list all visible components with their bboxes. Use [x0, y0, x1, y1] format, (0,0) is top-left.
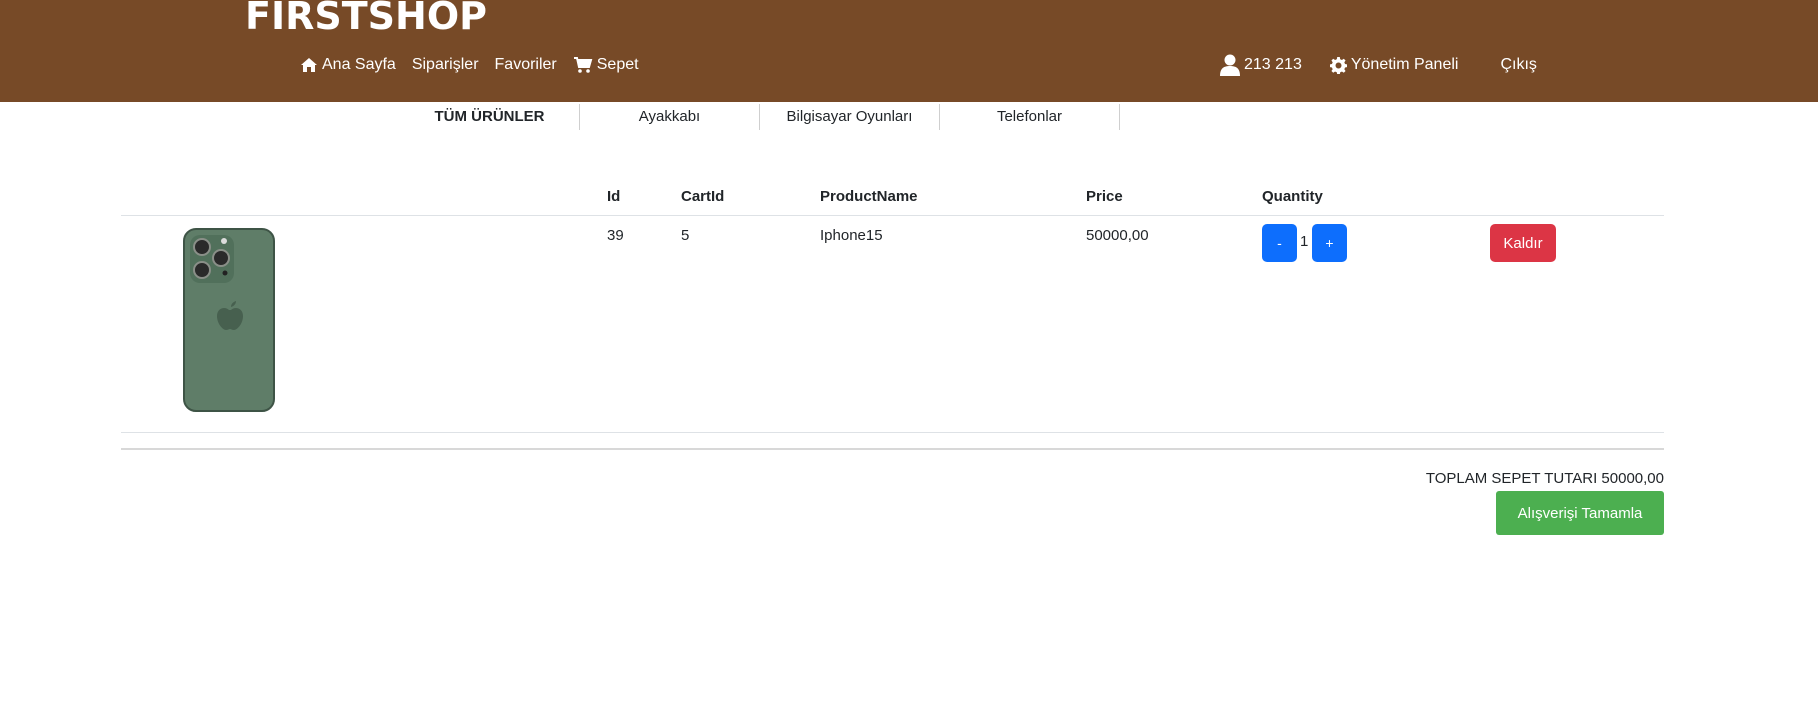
cell-id: 39 [607, 227, 624, 244]
top-header: FIRSTSHOP Ana Sayfa Siparişler Favoriler… [0, 0, 1818, 102]
nav-home-label: Ana Sayfa [322, 56, 396, 73]
cart-icon [573, 57, 593, 73]
nav-logout[interactable]: Çıkış [1500, 56, 1536, 74]
nav-favorites-label: Favoriler [494, 56, 557, 73]
category-phones[interactable]: Telefonlar [940, 104, 1120, 130]
gear-icon [1329, 56, 1347, 74]
header-product-name: ProductName [820, 188, 918, 205]
increase-quantity-button[interactable]: + [1312, 224, 1347, 262]
cart-total: TOPLAM SEPET TUTARI 50000,00 [1425, 470, 1664, 487]
nav-home[interactable]: Ana Sayfa [300, 56, 396, 74]
user-icon [1220, 54, 1240, 76]
user-nav: 213 213 Yönetim Paneli Çıkış [1220, 54, 1565, 76]
home-icon [301, 58, 317, 72]
brand-logo[interactable]: FIRSTSHOP [245, 0, 487, 38]
nav-favorites[interactable]: Favoriler [495, 56, 557, 74]
header-divider [121, 215, 1664, 216]
nav-logout-label: Çıkış [1500, 56, 1537, 73]
nav-admin-panel[interactable]: Yönetim Paneli [1329, 56, 1459, 74]
product-image [183, 228, 275, 412]
quantity-value: 1 [1300, 233, 1309, 250]
category-bar: TÜM ÜRÜNLER Ayakkabı Bilgisayar Oyunları… [0, 104, 1818, 132]
category-shoes[interactable]: Ayakkabı [580, 104, 760, 130]
cell-cart-id: 5 [681, 227, 690, 244]
header-price: Price [1086, 188, 1123, 205]
category-all-products[interactable]: TÜM ÜRÜNLER [400, 104, 580, 130]
nav-orders-label: Siparişler [411, 56, 479, 73]
category-computer-games[interactable]: Bilgisayar Oyunları [760, 104, 940, 130]
nav-cart[interactable]: Sepet [573, 56, 639, 74]
nav-orders[interactable]: Siparişler [412, 56, 479, 74]
decrease-quantity-button[interactable]: - [1262, 224, 1297, 262]
nav-cart-label: Sepet [596, 56, 639, 73]
main-nav: Ana Sayfa Siparişler Favoriler Sepet [300, 56, 655, 74]
header-id: Id [607, 188, 621, 205]
header-quantity: Quantity [1262, 188, 1323, 205]
remove-item-button[interactable]: Kaldır [1490, 224, 1556, 262]
checkout-button[interactable]: Alışverişi Tamamla [1496, 491, 1664, 535]
nav-user-label: 213 213 [1244, 56, 1302, 73]
cell-price: 50000,00 [1086, 227, 1149, 244]
table-bottom-divider [121, 448, 1664, 450]
nav-user[interactable]: 213 213 [1220, 54, 1302, 76]
nav-admin-label: Yönetim Paneli [1350, 56, 1459, 73]
header-cart-id: CartId [681, 188, 725, 205]
cell-product-name: Iphone15 [820, 227, 883, 244]
row-divider [121, 432, 1664, 433]
